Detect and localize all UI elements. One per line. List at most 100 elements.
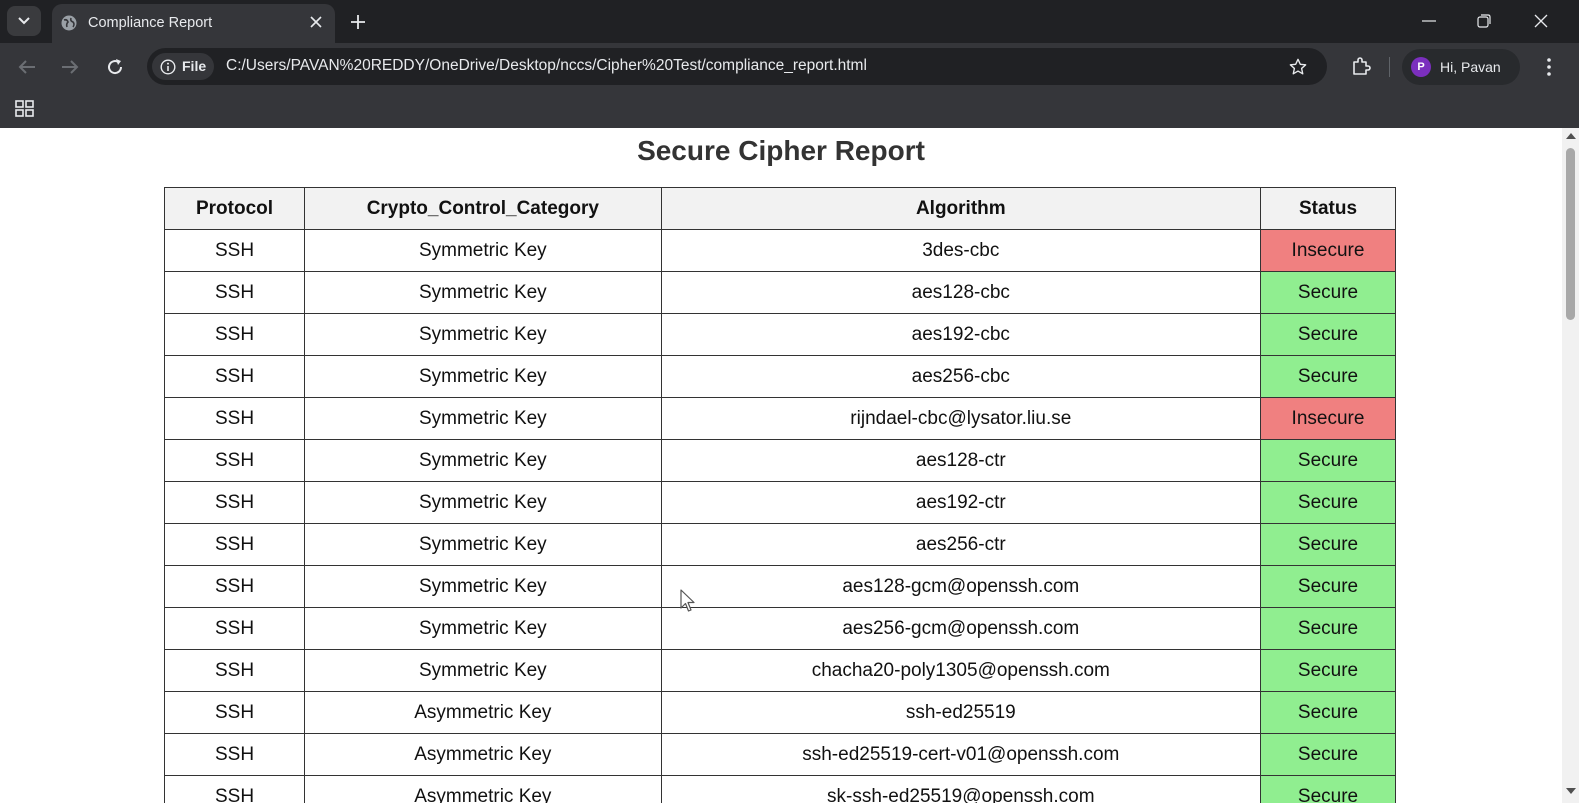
tab-compliance-report[interactable]: Compliance Report [52,4,335,43]
cipher-table: Protocol Crypto_Control_Category Algorit… [163,187,1397,803]
mouse-cursor-icon [680,589,696,613]
close-icon[interactable] [307,13,325,31]
site-info-chip[interactable]: File [152,53,214,80]
protocol-cell: SSH [163,481,306,524]
protocol-cell: SSH [163,733,306,776]
page-title: Secure Cipher Report [637,135,925,166]
category-cell: Symmetric Key [304,439,662,482]
plus-icon[interactable] [345,9,371,35]
algorithm-cell: aes128-gcm@openssh.com [660,565,1261,608]
category-cell: Symmetric Key [304,607,662,650]
category-cell: Symmetric Key [304,397,662,440]
status-cell: Secure [1259,565,1397,608]
algorithm-cell: aes192-cbc [660,313,1261,356]
protocol-cell: SSH [163,271,306,314]
table-row: SSH Symmetric Key aes192-cbc Secure [163,313,1397,356]
category-cell: Symmetric Key [304,313,662,356]
vertical-scrollbar[interactable] [1562,128,1579,803]
algorithm-cell: ssh-ed25519 [660,691,1261,734]
window-close-icon[interactable] [1526,8,1556,34]
status-cell: Secure [1259,271,1397,314]
category-cell: Asymmetric Key [304,733,662,776]
protocol-cell: SSH [163,607,306,650]
tab-list-icon[interactable] [7,6,41,36]
table-row: SSH Asymmetric Key ssh-ed25519-cert-v01@op… [163,733,1397,776]
browser-toolbar: File C:/Users/PAVAN%20REDDY/OneDrive/Des… [0,43,1579,90]
status-cell: Secure [1259,691,1397,734]
table-row: SSH Symmetric Key aes256-ctr Secure [163,523,1397,566]
tab-title: Compliance Report [88,15,213,31]
algorithm-cell: aes256-cbc [660,355,1261,398]
forward-arrow-icon[interactable] [56,53,84,81]
table-row: SSH Symmetric Key aes256-gcm@openssh.com Se… [163,607,1397,650]
profile-button[interactable]: P Hi, Pavan [1402,49,1520,85]
tab-strip: Compliance Report [0,0,1579,43]
scroll-up-icon[interactable] [1566,133,1576,139]
table-header-row: Protocol Crypto_Control_Category Algorit… [163,187,1397,230]
table-body: SSH Symmetric Key 3des-cbc Insecure SSH Symme… [163,229,1397,803]
table-row: SSH Symmetric Key aes256-cbc Secure [163,355,1397,398]
protocol-cell: SSH [163,439,306,482]
column-header-algorithm: Algorithm [660,187,1261,230]
table-row: SSH Symmetric Key aes192-ctr Secure [163,481,1397,524]
category-cell: Symmetric Key [304,523,662,566]
table-row: SSH Symmetric Key rijndael-cbc@lysator.liu… [163,397,1397,440]
category-cell: Symmetric Key [304,229,662,272]
category-cell: Symmetric Key [304,271,662,314]
extensions-icon[interactable] [1347,52,1375,80]
bookmarks-bar [0,90,1579,128]
protocol-cell: SSH [163,313,306,356]
category-cell: Symmetric Key [304,649,662,692]
category-cell: Asymmetric Key [304,775,662,803]
protocol-cell: SSH [163,775,306,803]
page-viewport: Secure Cipher Report Protocol Crypto_Con… [0,128,1562,803]
status-cell: Secure [1259,607,1397,650]
restore-icon[interactable] [1469,8,1499,34]
protocol-cell: SSH [163,565,306,608]
algorithm-cell: aes192-ctr [660,481,1261,524]
minimize-icon[interactable] [1414,8,1444,34]
status-cell: Secure [1259,355,1397,398]
protocol-cell: SSH [163,355,306,398]
column-header-category: Crypto_Control_Category [304,187,662,230]
column-header-protocol: Protocol [163,187,306,230]
reload-icon[interactable] [101,53,129,81]
table-row: SSH Symmetric Key aes128-ctr Secure [163,439,1397,482]
star-icon[interactable] [1287,56,1309,78]
status-cell: Insecure [1259,397,1397,440]
apps-grid-icon[interactable] [13,97,37,121]
scroll-down-icon[interactable] [1566,788,1576,794]
status-cell: Secure [1259,733,1397,776]
table-row: SSH Asymmetric Key ssh-ed25519 Secure [163,691,1397,734]
protocol-cell: SSH [163,229,306,272]
table-row: SSH Symmetric Key aes128-gcm@openssh.com Se… [163,565,1397,608]
algorithm-cell: aes128-ctr [660,439,1261,482]
status-cell: Secure [1259,775,1397,803]
site-chip-label: File [182,58,207,74]
status-cell: Insecure [1259,229,1397,272]
scrollbar-thumb[interactable] [1566,148,1575,320]
category-cell: Symmetric Key [304,355,662,398]
back-arrow-icon[interactable] [13,53,41,81]
status-cell: Secure [1259,649,1397,692]
column-header-status: Status [1259,187,1397,230]
toolbar-divider [1389,57,1390,77]
protocol-cell: SSH [163,691,306,734]
status-cell: Secure [1259,439,1397,482]
algorithm-cell: aes128-cbc [660,271,1261,314]
status-cell: Secure [1259,523,1397,566]
algorithm-cell: ssh-ed25519-cert-v01@openssh.com [660,733,1261,776]
protocol-cell: SSH [163,523,306,566]
table-row: SSH Symmetric Key 3des-cbc Insecure [163,229,1397,272]
protocol-cell: SSH [163,397,306,440]
table-row: SSH Symmetric Key chacha20-poly1305@openss… [163,649,1397,692]
url-text[interactable]: C:/Users/PAVAN%20REDDY/OneDrive/Desktop/… [226,57,867,75]
protocol-cell: SSH [163,649,306,692]
address-bar[interactable]: File C:/Users/PAVAN%20REDDY/OneDrive/Des… [147,48,1327,85]
algorithm-cell: rijndael-cbc@lysator.liu.se [660,397,1261,440]
more-vert-icon[interactable] [1537,53,1561,81]
status-cell: Secure [1259,481,1397,524]
category-cell: Symmetric Key [304,481,662,524]
globe-icon [60,14,78,32]
status-cell: Secure [1259,313,1397,356]
